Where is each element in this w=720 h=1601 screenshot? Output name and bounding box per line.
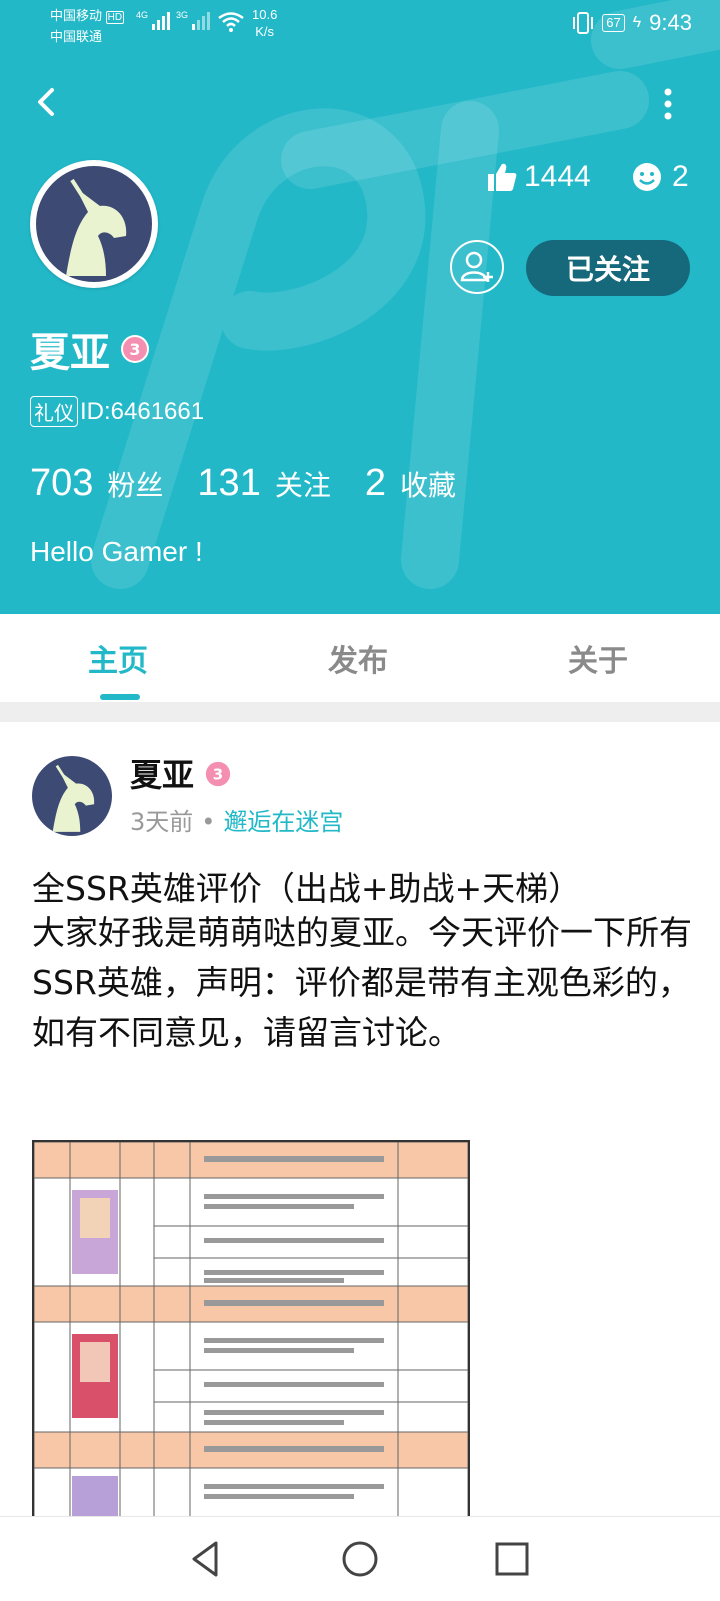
likes-count: 1444	[486, 160, 591, 194]
etiquette-tag[interactable]: 礼仪	[30, 396, 78, 427]
nav-back-icon[interactable]	[184, 1537, 228, 1581]
net-4g-label: 4G	[136, 10, 149, 20]
net-3g-label: 3G	[176, 10, 189, 20]
signal-3g-icon: 3G	[176, 10, 214, 35]
speed-value: 10.6	[252, 7, 278, 22]
profile-stats: 703 粉丝 131 关注 2 收藏	[30, 462, 490, 505]
charging-icon: ϟ	[632, 14, 642, 31]
level-badge-icon: 3	[121, 335, 149, 363]
post-level-badge-text: 3	[213, 766, 223, 784]
clock: 9:43	[649, 10, 692, 35]
wifi-icon	[218, 12, 244, 32]
hero-table-image	[34, 1142, 468, 1522]
add-friend-icon	[460, 251, 493, 282]
speed-unit: K/s	[255, 24, 275, 39]
thumbs-up-icon	[488, 163, 517, 191]
status-bar: 中国移动 HD 中国联通 4G 3G 10.6 K/s 67 ϟ 9:43	[0, 0, 720, 48]
followers-count[interactable]: 703	[30, 462, 93, 505]
post-meta: 3天前 • 邂逅在迷宫	[130, 802, 343, 837]
back-arrow-icon[interactable]	[28, 82, 68, 122]
battery-indicator: 67	[602, 14, 625, 32]
following-count[interactable]: 131	[197, 462, 260, 505]
tab-home[interactable]: 主页	[88, 636, 148, 680]
carrier-2: 中国联通	[50, 29, 103, 44]
tab-bar: 主页 发布 关于	[0, 614, 720, 702]
watermark-logo	[91, 0, 720, 589]
id-row: 礼仪 ID:6461661	[30, 396, 204, 427]
profile-avatar[interactable]	[30, 160, 158, 288]
smiles-value: 2	[672, 160, 689, 193]
post-circle-link[interactable]: 邂逅在迷宫	[223, 808, 343, 836]
post-author-avatar[interactable]	[32, 756, 112, 836]
profile-header: 中国移动 HD 中国联通 4G 3G 10.6 K/s 67 ϟ 9:43 14…	[0, 0, 720, 614]
user-id: ID:6461661	[80, 397, 205, 425]
favorites-label[interactable]: 收藏	[400, 464, 456, 504]
carrier-info: 中国移动 HD 中国联通	[50, 6, 125, 46]
tab-active-indicator	[100, 694, 140, 700]
post-body[interactable]: 大家好我是萌萌哒的夏亚。今天评价一下所有SSR英雄，声明：评价都是带有主观色彩的…	[32, 908, 692, 1058]
tab-posts[interactable]: 发布	[328, 636, 388, 680]
more-vertical-icon[interactable]	[660, 84, 676, 124]
meta-separator: •	[201, 808, 216, 836]
favorites-count[interactable]: 2	[365, 462, 386, 505]
nav-home-icon[interactable]	[338, 1537, 382, 1581]
level-badge-text: 3	[129, 340, 140, 359]
followers-label[interactable]: 粉丝	[107, 464, 163, 504]
post-author-name[interactable]: 夏亚	[130, 750, 194, 796]
profile-bio: Hello Gamer !	[30, 536, 203, 567]
post-image[interactable]	[32, 1140, 470, 1524]
section-divider	[0, 702, 720, 722]
add-friend-button[interactable]	[450, 240, 504, 294]
likes-value: 1444	[524, 160, 591, 193]
follow-button[interactable]: 已关注	[526, 240, 690, 296]
nav-recents-icon[interactable]	[490, 1537, 534, 1581]
tab-about[interactable]: 关于	[568, 636, 628, 680]
unicorn-logo-icon	[52, 764, 95, 832]
signal-4g-icon: 4G	[136, 10, 174, 35]
smiles-count: 2	[632, 160, 689, 194]
post-title[interactable]: 全SSR英雄评价（出战+助战+天梯）	[32, 862, 581, 910]
system-nav-bar	[0, 1516, 720, 1601]
unicorn-logo-icon	[66, 178, 127, 276]
post-time: 3天前	[130, 808, 194, 836]
hd-badge: HD	[105, 11, 125, 24]
smiley-icon	[633, 163, 661, 191]
post-level-badge-icon: 3	[205, 761, 231, 787]
vibrate-icon	[573, 12, 594, 34]
following-label[interactable]: 关注	[275, 464, 331, 504]
carrier-1: 中国移动	[50, 8, 103, 23]
status-right: 67 ϟ 9:43	[572, 10, 692, 36]
profile-name: 夏亚	[30, 330, 110, 376]
network-speed: 10.6 K/s	[252, 6, 277, 40]
